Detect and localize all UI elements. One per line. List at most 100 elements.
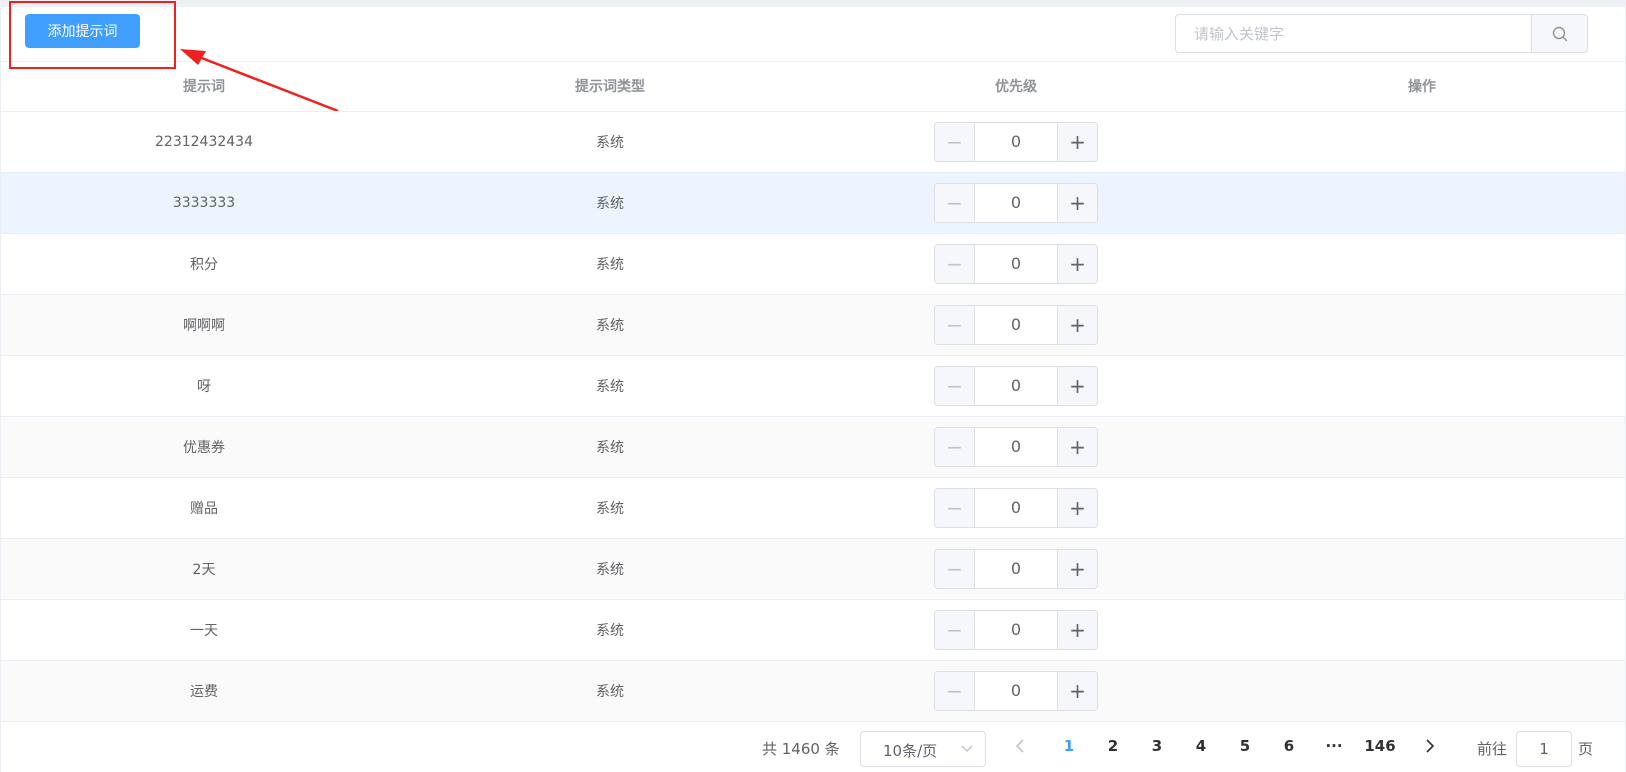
column-header-keyword: 提示词	[1, 62, 407, 112]
increase-button[interactable]: +	[1057, 122, 1097, 161]
decrease-button[interactable]: −	[935, 122, 975, 161]
increase-button[interactable]: +	[1057, 305, 1097, 344]
priority-value[interactable]: 0	[975, 428, 1057, 466]
actions-cell	[1219, 477, 1625, 539]
table-row: 优惠券 系统 −0 +	[1, 416, 1625, 478]
increase-button[interactable]: +	[1057, 427, 1097, 466]
actions-cell	[1219, 111, 1625, 173]
actions-cell	[1219, 599, 1625, 661]
search-button[interactable]	[1531, 14, 1588, 53]
priority-value[interactable]: 0	[975, 367, 1057, 405]
goto-page-input[interactable]	[1516, 731, 1572, 767]
priority-stepper: −0 +	[934, 548, 1098, 589]
actions-cell	[1219, 538, 1625, 600]
priority-cell: −0 +	[813, 233, 1219, 295]
chevron-right-icon[interactable]	[1424, 738, 1436, 754]
priority-cell: −0 +	[813, 477, 1219, 539]
search-box	[1175, 14, 1588, 53]
table-row: 运费 系统 −0 +	[1, 660, 1625, 722]
column-header-actions: 操作	[1219, 62, 1625, 112]
priority-value[interactable]: 0	[975, 550, 1057, 588]
increase-button[interactable]: +	[1057, 183, 1097, 222]
type-cell: 系统	[407, 233, 813, 295]
more-pages-ellipsis[interactable]: ···	[1319, 737, 1349, 755]
decrease-button[interactable]: −	[935, 671, 975, 710]
decrease-button[interactable]: −	[935, 183, 975, 222]
column-header-type: 提示词类型	[407, 62, 813, 112]
goto-label: 前往	[1477, 740, 1508, 758]
priority-value[interactable]: 0	[975, 245, 1057, 283]
page-number-1[interactable]: 1	[1054, 737, 1084, 755]
keyword-cell: 呀	[1, 355, 407, 417]
priority-stepper: −0 +	[934, 121, 1098, 162]
top-strip	[0, 0, 1626, 7]
decrease-button[interactable]: −	[935, 549, 975, 588]
priority-stepper: −0 +	[934, 304, 1098, 345]
type-cell: 系统	[407, 416, 813, 478]
actions-cell	[1219, 416, 1625, 478]
actions-cell	[1219, 233, 1625, 295]
priority-stepper: −0 +	[934, 670, 1098, 711]
chevron-left-icon[interactable]	[1014, 738, 1026, 754]
priority-value[interactable]: 0	[975, 184, 1057, 222]
priority-stepper: −0 +	[934, 609, 1098, 650]
page-unit-label: 页	[1578, 740, 1594, 758]
keyword-cell: 优惠券	[1, 416, 407, 478]
page-number-last[interactable]: 146	[1362, 737, 1398, 755]
page-number-3[interactable]: 3	[1142, 737, 1172, 755]
decrease-button[interactable]: −	[935, 244, 975, 283]
type-cell: 系统	[407, 355, 813, 417]
table-row: 2天 系统 −0 +	[1, 538, 1625, 600]
page-size-value: 10条/页	[883, 742, 938, 760]
increase-button[interactable]: +	[1057, 244, 1097, 283]
keyword-cell: 一天	[1, 599, 407, 661]
priority-value[interactable]: 0	[975, 123, 1057, 161]
decrease-button[interactable]: −	[935, 610, 975, 649]
actions-cell	[1219, 294, 1625, 356]
increase-button[interactable]: +	[1057, 549, 1097, 588]
table-row: 啊啊啊 系统 −0 +	[1, 294, 1625, 356]
decrease-button[interactable]: −	[935, 488, 975, 527]
table-header-row: 提示词 提示词类型 优先级 操作	[1, 62, 1625, 112]
add-prompt-word-button[interactable]: 添加提示词	[25, 14, 140, 48]
decrease-button[interactable]: −	[935, 427, 975, 466]
priority-value[interactable]: 0	[975, 489, 1057, 527]
type-cell: 系统	[407, 111, 813, 173]
keyword-search-input[interactable]	[1175, 14, 1531, 53]
page-size-select[interactable]: 10条/页	[860, 731, 986, 767]
table-row: 3333333 系统 −0 +	[1, 172, 1625, 234]
priority-cell: −0 +	[813, 599, 1219, 661]
actions-cell	[1219, 172, 1625, 234]
keyword-cell: 2天	[1, 538, 407, 600]
keyword-cell: 22312432434	[1, 111, 407, 173]
priority-value[interactable]: 0	[975, 611, 1057, 649]
pagination: 共 1460 条 10条/页 1 2 3 4 5 6 ··· 146 前往 页	[0, 724, 1626, 772]
page-number-6[interactable]: 6	[1274, 737, 1304, 755]
priority-stepper: −0 +	[934, 487, 1098, 528]
type-cell: 系统	[407, 294, 813, 356]
increase-button[interactable]: +	[1057, 610, 1097, 649]
priority-stepper: −0 +	[934, 365, 1098, 406]
increase-button[interactable]: +	[1057, 488, 1097, 527]
page-number-5[interactable]: 5	[1230, 737, 1260, 755]
total-count: 共 1460 条	[762, 740, 840, 758]
priority-cell: −0 +	[813, 538, 1219, 600]
type-cell: 系统	[407, 660, 813, 722]
type-cell: 系统	[407, 172, 813, 234]
page-number-4[interactable]: 4	[1186, 737, 1216, 755]
keyword-cell: 3333333	[1, 172, 407, 234]
priority-cell: −0 +	[813, 660, 1219, 722]
decrease-button[interactable]: −	[935, 366, 975, 405]
decrease-button[interactable]: −	[935, 305, 975, 344]
priority-value[interactable]: 0	[975, 306, 1057, 344]
toolbar: 添加提示词	[0, 1, 1626, 113]
page-number-2[interactable]: 2	[1098, 737, 1128, 755]
priority-value[interactable]: 0	[975, 672, 1057, 710]
keyword-cell: 积分	[1, 233, 407, 295]
increase-button[interactable]: +	[1057, 366, 1097, 405]
keyword-cell: 运费	[1, 660, 407, 722]
table-row: 22312432434 系统 −0 +	[1, 111, 1625, 173]
type-cell: 系统	[407, 477, 813, 539]
increase-button[interactable]: +	[1057, 671, 1097, 710]
table-row: 一天 系统 −0 +	[1, 599, 1625, 661]
